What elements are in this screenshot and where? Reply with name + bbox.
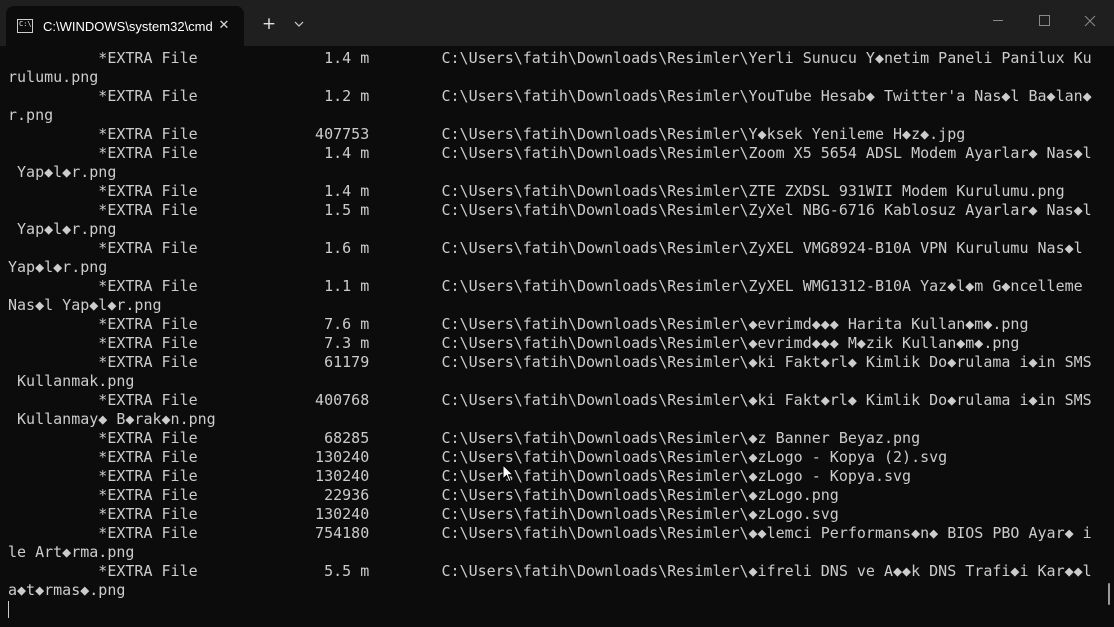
console-line: Kullanmak.png [8, 372, 135, 390]
console-line: Yap◆l◆r.png [8, 258, 108, 276]
console-line: a◆t◆rmas◆.png [8, 581, 126, 599]
tab-cmd[interactable]: C:\ C:\WINDOWS\system32\cmd. ✕ [6, 6, 244, 46]
close-tab-button[interactable]: ✕ [214, 16, 234, 36]
console-line: *EXTRA File 130240 C:\Users\fatih\Downlo… [8, 505, 839, 523]
console-line: *EXTRA File 1.2 m C:\Users\fatih\Downloa… [8, 87, 1092, 105]
console-output[interactable]: *EXTRA File 1.4 m C:\Users\fatih\Downloa… [0, 46, 1114, 627]
console-line: Yap◆l◆r.png [8, 220, 117, 238]
console-line: Nas◆l Yap◆l◆r.png [8, 296, 162, 314]
console-line: *EXTRA File 7.6 m C:\Users\fatih\Downloa… [8, 315, 1029, 333]
console-lines: *EXTRA File 1.4 m C:\Users\fatih\Downloa… [8, 49, 1092, 600]
mouse-pointer-icon [502, 464, 515, 483]
new-tab-button[interactable]: + [256, 12, 282, 36]
console-line: *EXTRA File 1.5 m C:\Users\fatih\Downloa… [8, 201, 1092, 219]
minimize-button[interactable] [976, 8, 1020, 34]
tab-dropdown-button[interactable] [287, 12, 311, 36]
console-line: *EXTRA File 1.4 m C:\Users\fatih\Downloa… [8, 49, 1092, 67]
console-line: *EXTRA File 68285 C:\Users\fatih\Downloa… [8, 429, 921, 447]
console-line: *EXTRA File 1.6 m C:\Users\fatih\Downloa… [8, 239, 1083, 257]
scrollbar-thumb[interactable] [1108, 583, 1110, 605]
console-line: *EXTRA File 407753 C:\Users\fatih\Downlo… [8, 125, 966, 143]
console-line: *EXTRA File 5.5 m C:\Users\fatih\Downloa… [8, 562, 1092, 580]
console-line: *EXTRA File 1.1 m C:\Users\fatih\Downloa… [8, 277, 1083, 295]
console-line: *EXTRA File 1.4 m C:\Users\fatih\Downloa… [8, 144, 1092, 162]
plus-icon: + [261, 14, 277, 34]
cmd-icon-text: C:\ [19, 20, 32, 28]
close-icon: ✕ [218, 18, 230, 33]
console-line: le Art◆rma.png [8, 543, 135, 561]
close-window-button[interactable] [1068, 8, 1112, 34]
console-line: *EXTRA File 130240 C:\Users\fatih\Downlo… [8, 448, 948, 466]
close-window-icon [1084, 15, 1096, 27]
maximize-button[interactable] [1022, 8, 1066, 34]
cmd-icon: C:\ [17, 19, 33, 33]
console-line: *EXTRA File 400768 C:\Users\fatih\Downlo… [8, 391, 1092, 409]
console-line: *EXTRA File 22936 C:\Users\fatih\Downloa… [8, 486, 839, 504]
tab-title: C:\WINDOWS\system32\cmd. [43, 18, 213, 34]
text-cursor [8, 601, 9, 618]
console-line: *EXTRA File 754180 C:\Users\fatih\Downlo… [8, 524, 1092, 542]
console-line: *EXTRA File 7.3 m C:\Users\fatih\Downloa… [8, 334, 1020, 352]
console-line: *EXTRA File 130240 C:\Users\fatih\Downlo… [8, 467, 912, 485]
console-line: *EXTRA File 61179 C:\Users\fatih\Downloa… [8, 353, 1092, 371]
console-line: rulumu.png [8, 68, 99, 86]
console-line: Yap◆l◆r.png [8, 163, 117, 181]
console-line: r.png [8, 106, 54, 124]
chevron-down-icon [294, 21, 304, 27]
tab-bar: C:\ C:\WINDOWS\system32\cmd. ✕ + [0, 0, 1114, 46]
console-line: *EXTRA File 1.4 m C:\Users\fatih\Downloa… [8, 182, 1065, 200]
console-line: Kullanmay◆ B◆rak◆n.png [8, 410, 216, 428]
